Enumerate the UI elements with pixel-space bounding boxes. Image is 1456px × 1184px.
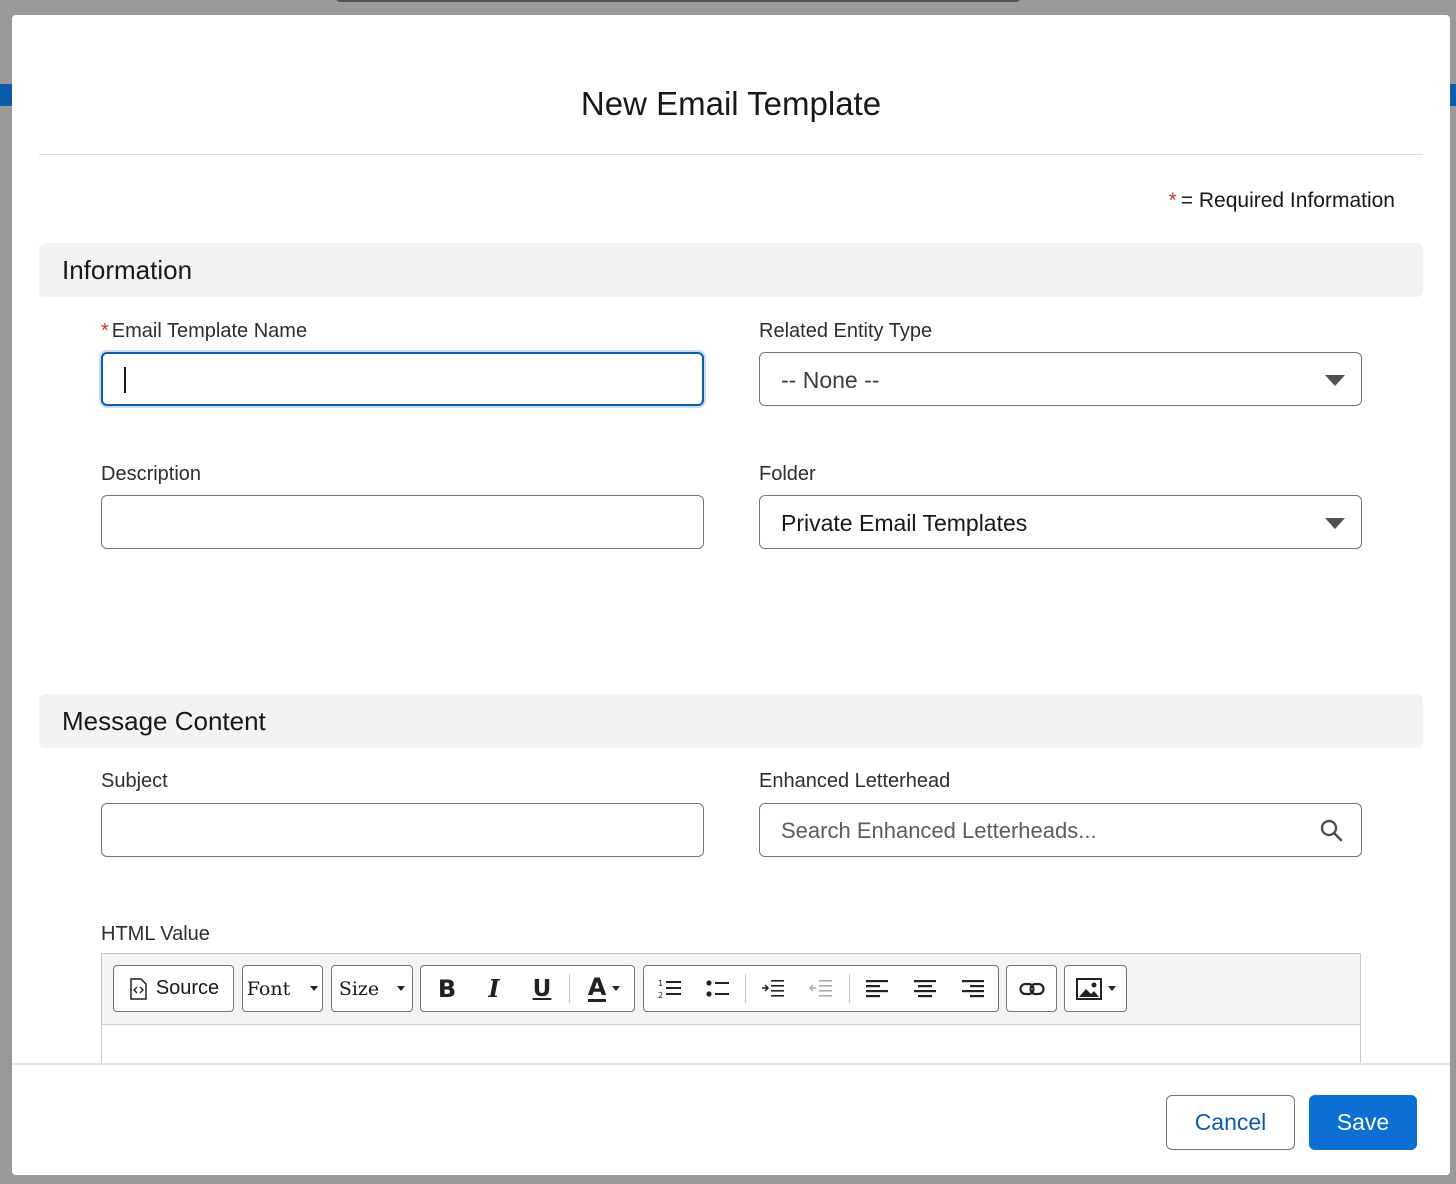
size-dropdown[interactable]: Size <box>331 965 413 1012</box>
size-button[interactable]: Size <box>332 966 412 1011</box>
align-right-icon <box>962 979 984 997</box>
font-button[interactable]: Font <box>243 966 322 1011</box>
toolbar-separator <box>745 974 746 1003</box>
editor-toolbar: Source Font Size B I U A 1 2 <box>102 954 1360 1025</box>
text-color-button[interactable]: A <box>576 966 632 1011</box>
underline-button[interactable]: U <box>520 966 564 1011</box>
background-app-nav-right <box>1450 84 1456 106</box>
section-message-content[interactable]: Message Content <box>39 694 1423 748</box>
outdent-icon <box>809 979 832 997</box>
italic-icon: I <box>488 974 500 1003</box>
subject-label: Subject <box>101 770 168 792</box>
chevron-down-icon <box>612 986 621 991</box>
chevron-down-icon <box>310 986 319 991</box>
image-button[interactable] <box>1065 966 1126 1011</box>
source-icon <box>130 977 147 1000</box>
toolbar-group-source: Source <box>113 965 234 1012</box>
source-button[interactable]: Source <box>114 966 233 1011</box>
bulleted-list-icon <box>706 979 729 997</box>
section-information-title: Information <box>62 255 193 285</box>
align-right-button[interactable] <box>949 966 997 1011</box>
indent-button[interactable] <box>749 966 797 1011</box>
template-name-input[interactable] <box>101 352 704 406</box>
toolbar-group-link <box>1006 965 1057 1012</box>
indent-icon <box>762 979 784 997</box>
required-note-text: = Required Information <box>1180 189 1395 212</box>
dropdown-arrow-icon <box>1325 375 1345 386</box>
cancel-button[interactable]: Cancel <box>1166 1095 1295 1150</box>
html-value-label: HTML Value <box>101 923 210 945</box>
toolbar-group-paragraph: 1 2 <box>643 965 999 1012</box>
enhanced-letterhead-placeholder: Search Enhanced Letterheads... <box>781 818 1097 843</box>
modal-header: New Email Template <box>39 15 1423 155</box>
text-cursor <box>124 367 126 393</box>
link-icon <box>1018 982 1045 995</box>
folder-label: Folder <box>759 463 816 485</box>
svg-text:1: 1 <box>658 979 663 988</box>
outdent-button[interactable] <box>797 966 845 1011</box>
dropdown-arrow-icon <box>1325 518 1345 529</box>
image-icon <box>1075 977 1102 1000</box>
related-entity-type-value: -- None -- <box>781 367 880 393</box>
background-app-nav <box>0 84 12 106</box>
template-name-label-text: Email Template Name <box>111 320 308 342</box>
modal-title: New Email Template <box>580 85 882 122</box>
description-input[interactable] <box>101 495 704 549</box>
section-information[interactable]: Information <box>39 243 1423 297</box>
required-info-note: * = Required Information <box>1169 189 1395 213</box>
align-center-icon <box>914 979 936 997</box>
search-icon[interactable] <box>1319 818 1343 842</box>
folder-value: Private Email Templates <box>781 510 1028 536</box>
required-star: * <box>1168 189 1177 212</box>
link-button[interactable] <box>1007 966 1056 1011</box>
source-label: Source <box>155 977 220 999</box>
new-email-template-modal: New Email Template * = Required Informati… <box>12 15 1450 1175</box>
subject-input[interactable] <box>101 803 704 857</box>
chevron-down-icon <box>397 986 406 991</box>
bold-button[interactable]: B <box>425 966 469 1011</box>
background-app-bar <box>336 0 1020 2</box>
font-dropdown[interactable]: Font <box>242 965 323 1012</box>
section-message-content-title: Message Content <box>62 706 266 736</box>
folder-select[interactable]: Private Email Templates <box>759 495 1362 549</box>
toolbar-separator <box>849 974 850 1003</box>
enhanced-letterhead-search[interactable]: Search Enhanced Letterheads... <box>759 803 1362 857</box>
enhanced-letterhead-label: Enhanced Letterhead <box>759 770 951 792</box>
numbered-list-button[interactable]: 1 2 <box>646 966 694 1011</box>
required-star: * <box>101 320 109 342</box>
bulleted-list-button[interactable] <box>694 966 742 1011</box>
align-center-button[interactable] <box>901 966 949 1011</box>
image-dropdown[interactable] <box>1064 965 1127 1012</box>
text-color-icon: A <box>587 973 607 1002</box>
related-entity-type-label: Related Entity Type <box>759 320 933 342</box>
svg-text:2: 2 <box>658 991 663 1000</box>
bold-icon: B <box>437 974 457 1003</box>
align-left-icon <box>866 979 888 997</box>
description-label: Description <box>101 463 202 485</box>
template-name-label: * Email Template Name <box>101 320 307 343</box>
save-button[interactable]: Save <box>1309 1095 1417 1150</box>
toolbar-group-formatting: B I U A <box>420 965 635 1012</box>
toolbar-separator <box>569 974 570 1003</box>
chevron-down-icon <box>1107 986 1116 991</box>
italic-button[interactable]: I <box>472 966 516 1011</box>
modal-footer: Cancel Save <box>12 1063 1450 1175</box>
underline-icon: U <box>532 975 552 1002</box>
size-label: Size <box>338 977 380 1000</box>
font-label: Font <box>246 977 291 1000</box>
related-entity-type-select[interactable]: -- None -- <box>759 352 1362 406</box>
numbered-list-icon: 1 2 <box>658 979 681 1000</box>
align-left-button[interactable] <box>853 966 901 1011</box>
